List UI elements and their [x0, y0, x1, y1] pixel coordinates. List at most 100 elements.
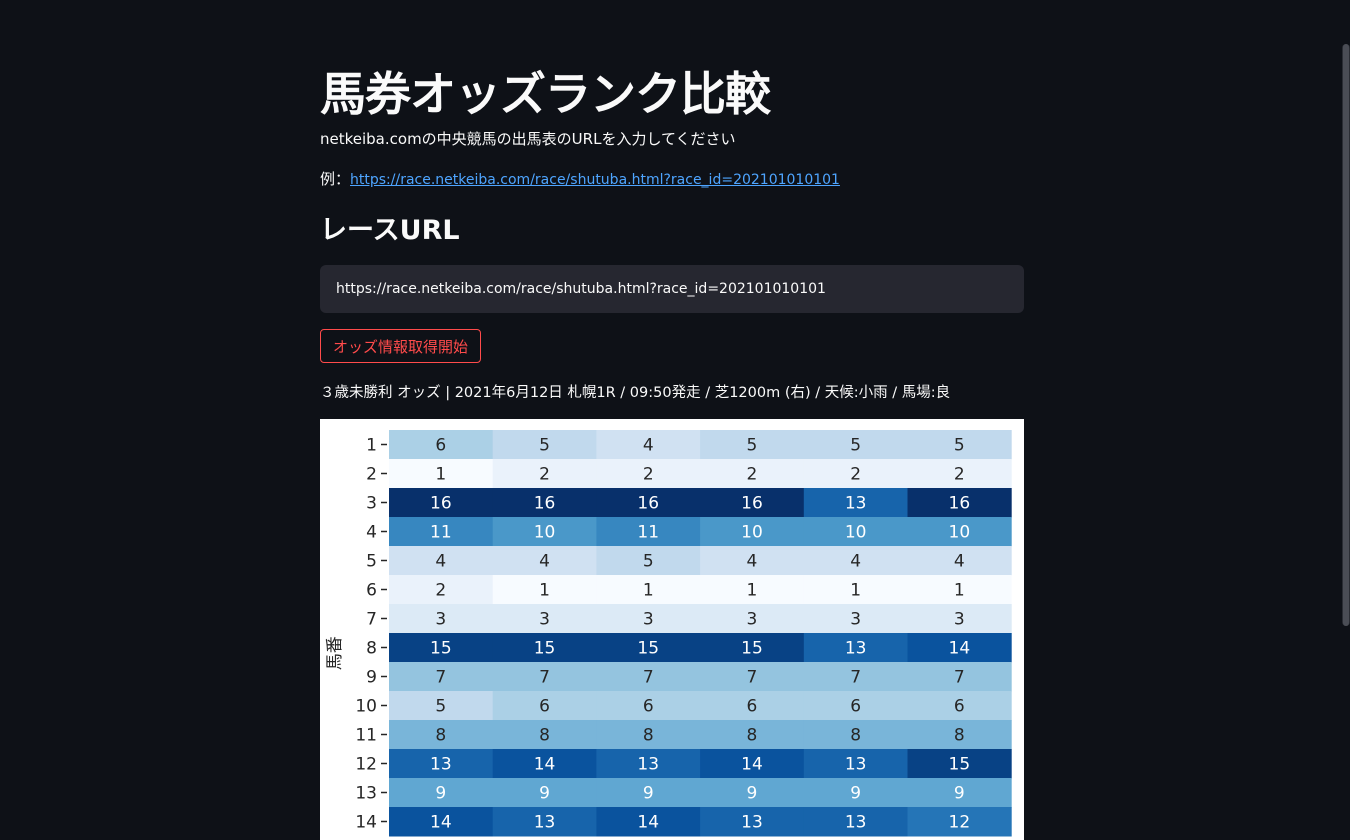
heatmap-cell-value: 13 [845, 813, 867, 833]
example-line: 例：https://race.netkeiba.com/race/shutuba… [320, 168, 840, 189]
fetch-odds-button[interactable]: オッズ情報取得開始 [320, 329, 482, 363]
example-link[interactable]: https://race.netkeiba.com/race/shutuba.h… [350, 172, 840, 188]
heatmap-cell-value: 3 [539, 610, 550, 630]
row-tick-label: 11 [355, 726, 377, 746]
row-tick-label: 14 [355, 813, 377, 833]
heatmap-cell-value: 7 [747, 668, 758, 688]
heatmap-cell-value: 3 [850, 610, 861, 630]
heatmap-cell-value: 7 [539, 668, 550, 688]
row-tick-label: 13 [355, 784, 377, 804]
page-description: netkeiba.comの中央競馬の出馬表のURLを入力してください [320, 130, 736, 148]
heatmap-cell-value: 9 [539, 784, 550, 804]
heatmap-cell-value: 15 [637, 639, 659, 659]
heatmap-cell-value: 1 [850, 581, 861, 601]
heatmap-cell-value: 5 [643, 552, 654, 572]
heatmap-cell-value: 9 [850, 784, 861, 804]
race-url-input[interactable] [320, 265, 1024, 313]
heatmap-cell-value: 4 [539, 552, 550, 572]
heatmap-cell-value: 15 [430, 639, 452, 659]
heatmap-cell-value: 7 [643, 668, 654, 688]
heatmap-cell-value: 15 [741, 639, 763, 659]
heatmap-cell-value: 4 [435, 552, 446, 572]
heatmap-cell-value: 3 [954, 610, 965, 630]
heatmap-cell-value: 8 [643, 726, 654, 746]
heatmap-cell-value: 7 [435, 668, 446, 688]
heatmap-cell-value: 13 [845, 639, 867, 659]
heatmap-cell-value: 15 [534, 639, 556, 659]
heatmap-cell-value: 13 [845, 755, 867, 775]
heatmap-cell-value: 8 [850, 726, 861, 746]
heatmap-cell-value: 11 [637, 523, 659, 543]
heatmap-cell-value: 11 [430, 523, 452, 543]
row-tick-label: 8 [366, 639, 377, 659]
heatmap-cell-value: 6 [747, 697, 758, 717]
heatmap-cell-value: 14 [637, 813, 659, 833]
row-tick-label: 1 [366, 436, 377, 456]
heatmap-cell-value: 5 [954, 436, 965, 456]
row-tick-label: 6 [366, 581, 377, 601]
heatmap-cell-value: 6 [435, 436, 446, 456]
heatmap-cell-value: 2 [435, 581, 446, 601]
heatmap-cell-value: 7 [954, 668, 965, 688]
heatmap-cell-value: 2 [539, 465, 550, 485]
heatmap-cell-value: 8 [435, 726, 446, 746]
row-tick-label: 4 [366, 523, 377, 543]
heatmap-cell-value: 8 [539, 726, 550, 746]
scrollbar-thumb[interactable] [1343, 44, 1349, 626]
heatmap-cell-value: 6 [954, 697, 965, 717]
heatmap-cell-value: 13 [637, 755, 659, 775]
heatmap-cell-value: 1 [539, 581, 550, 601]
heatmap-cell-value: 13 [845, 494, 867, 514]
heatmap-cell-value: 8 [954, 726, 965, 746]
heatmap-cell-value: 2 [747, 465, 758, 485]
heatmap-cell-value: 13 [534, 813, 556, 833]
heatmap-cell-value: 1 [435, 465, 446, 485]
heatmap-cell-value: 2 [850, 465, 861, 485]
heatmap-cell-value: 4 [954, 552, 965, 572]
heatmap-cell-value: 3 [435, 610, 446, 630]
example-prefix: 例： [320, 170, 351, 188]
heatmap-cell-value: 14 [430, 813, 452, 833]
heatmap-cell-value: 8 [747, 726, 758, 746]
heatmap-cell-value: 12 [949, 813, 971, 833]
heatmap-cell-value: 1 [643, 581, 654, 601]
heatmap-cell-value: 4 [747, 552, 758, 572]
heatmap-cell-value: 4 [643, 436, 654, 456]
y-axis-label: 馬番 [325, 636, 345, 670]
heatmap-cell-value: 5 [850, 436, 861, 456]
heatmap-cell-value: 9 [747, 784, 758, 804]
heatmap-cell-value: 16 [741, 494, 763, 514]
heatmap-cell-value: 2 [643, 465, 654, 485]
page-title: 馬券オッズランク比較 [320, 67, 771, 121]
heatmap-cell-value: 1 [747, 581, 758, 601]
row-tick-label: 7 [366, 610, 377, 630]
section-title-race-url: レースURL [320, 215, 460, 246]
heatmap-cell-value: 14 [741, 755, 763, 775]
heatmap-cell-value: 9 [954, 784, 965, 804]
heatmap-cell-value: 5 [747, 436, 758, 456]
heatmap-cell-value: 4 [850, 552, 861, 572]
race-info: ３歳未勝利 オッズ | 2021年6月12日 札幌1R / 09:50発走 / … [320, 385, 951, 401]
heatmap-cell-value: 10 [741, 523, 763, 543]
heatmap-cell-value: 15 [949, 755, 971, 775]
heatmap-cell-value: 14 [534, 755, 556, 775]
heatmap-cell-value: 6 [643, 697, 654, 717]
heatmap-cell-value: 7 [850, 668, 861, 688]
row-tick-label: 2 [366, 465, 377, 485]
heatmap-cell-value: 3 [747, 610, 758, 630]
heatmap-cell-value: 16 [430, 494, 452, 514]
heatmap-cell-value: 6 [539, 697, 550, 717]
heatmap-svg: 1 6 5 4 5 5 52 1 2 2 2 2 23 16 16 16 16 13 164 11 10 11 10 10 10… [325, 430, 1012, 837]
heatmap-cell-value: 3 [643, 610, 654, 630]
heatmap-cell-value: 10 [534, 523, 556, 543]
heatmap-cell-value: 13 [430, 755, 452, 775]
heatmap-cell-value: 6 [850, 697, 861, 717]
heatmap-cell-value: 2 [954, 465, 965, 485]
heatmap-cell-value: 16 [637, 494, 659, 514]
heatmap-cell-value: 13 [741, 813, 763, 833]
row-tick-label: 3 [366, 494, 377, 514]
heatmap-cell-value: 9 [643, 784, 654, 804]
heatmap-cell-value: 5 [539, 436, 550, 456]
odds-heatmap-chart: 1 6 5 4 5 5 5 2 1 2 2 2 2 2 3 16 16 16 16 13 16 4 11 10 11 10 10 10… [320, 419, 1024, 840]
heatmap-cell-value: 16 [534, 494, 556, 514]
